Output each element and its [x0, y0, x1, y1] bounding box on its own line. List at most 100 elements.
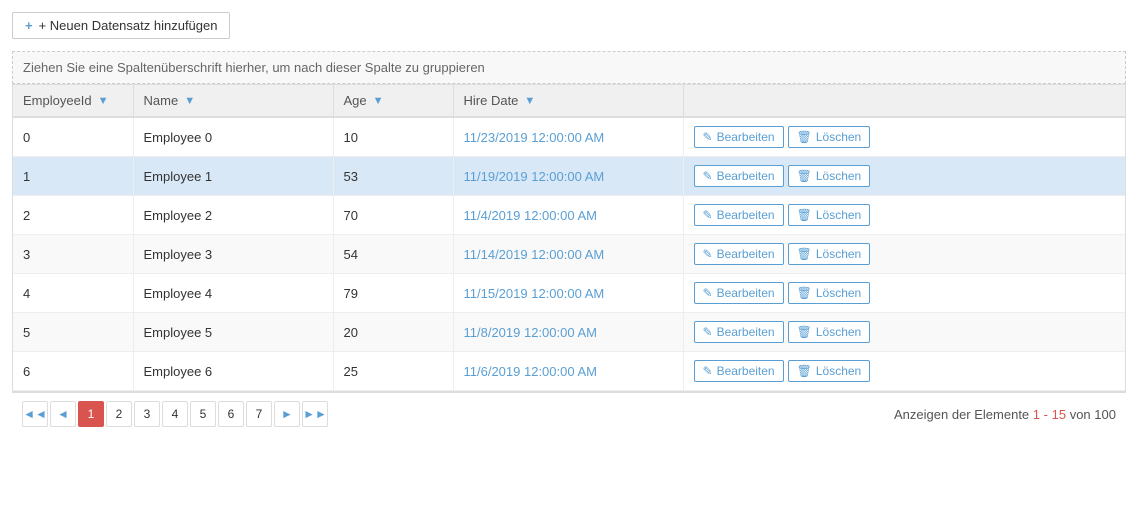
delete-button-0[interactable]: 🗑 Löschen — [788, 126, 871, 148]
pencil-icon-5: ✎ — [703, 325, 713, 339]
table-row: 1 Employee 1 53 11/19/2019 12:00:00 AM ✎… — [13, 157, 1125, 196]
edit-button-2[interactable]: ✎ Bearbeiten — [694, 204, 784, 226]
cell-hiredate-1: 11/19/2019 12:00:00 AM — [453, 157, 683, 196]
cell-hiredate-5: 11/8/2019 12:00:00 AM — [453, 313, 683, 352]
cell-actions-5: ✎ Bearbeiten 🗑 Löschen — [683, 313, 1125, 352]
cell-id-3: 3 — [13, 235, 133, 274]
edit-button-5[interactable]: ✎ Bearbeiten — [694, 321, 784, 343]
cell-actions-1: ✎ Bearbeiten 🗑 Löschen — [683, 157, 1125, 196]
filter-icon-employeeid[interactable]: ▼ — [98, 95, 109, 107]
cell-name-5: Employee 5 — [133, 313, 333, 352]
cell-actions-4: ✎ Bearbeiten 🗑 Löschen — [683, 274, 1125, 313]
main-container: + + Neuen Datensatz hinzufügen Ziehen Si… — [0, 0, 1138, 447]
cell-hiredate-4: 11/15/2019 12:00:00 AM — [453, 274, 683, 313]
filter-icon-age[interactable]: ▼ — [373, 95, 384, 107]
cell-id-1: 1 — [13, 157, 133, 196]
table-row: 2 Employee 2 70 11/4/2019 12:00:00 AM ✎ … — [13, 196, 1125, 235]
edit-button-4[interactable]: ✎ Bearbeiten — [694, 282, 784, 304]
pagination-bar: ◄◄ ◄ 1 2 3 4 5 6 7 ► ►► Anzeigen der Ele… — [12, 392, 1126, 435]
cell-name-0: Employee 0 — [133, 117, 333, 157]
pencil-icon-3: ✎ — [703, 247, 713, 261]
pencil-icon-6: ✎ — [703, 364, 713, 378]
cell-id-2: 2 — [13, 196, 133, 235]
edit-button-6[interactable]: ✎ Bearbeiten — [694, 360, 784, 382]
col-header-actions — [683, 85, 1125, 117]
page-7-button[interactable]: 7 — [246, 401, 272, 427]
page-5-button[interactable]: 5 — [190, 401, 216, 427]
cell-name-2: Employee 2 — [133, 196, 333, 235]
cell-age-5: 20 — [333, 313, 453, 352]
page-2-button[interactable]: 2 — [106, 401, 132, 427]
cell-age-4: 79 — [333, 274, 453, 313]
cell-id-4: 4 — [13, 274, 133, 313]
edit-label-5: Bearbeiten — [717, 325, 775, 339]
pagination-range-text: Anzeigen der Elemente — [894, 407, 1029, 422]
trash-icon-1: 🗑 — [797, 169, 812, 183]
delete-label-3: Löschen — [816, 247, 861, 261]
delete-label-4: Löschen — [816, 286, 861, 300]
cell-name-1: Employee 1 — [133, 157, 333, 196]
pencil-icon-4: ✎ — [703, 286, 713, 300]
delete-button-2[interactable]: 🗑 Löschen — [788, 204, 871, 226]
col-label-employeeid: EmployeeId — [23, 93, 92, 108]
cell-age-2: 70 — [333, 196, 453, 235]
filter-icon-hiredate[interactable]: ▼ — [524, 95, 535, 107]
cell-age-3: 54 — [333, 235, 453, 274]
page-4-button[interactable]: 4 — [162, 401, 188, 427]
delete-button-5[interactable]: 🗑 Löschen — [788, 321, 871, 343]
col-header-employeeid[interactable]: EmployeeId ▼ — [13, 85, 133, 117]
cell-actions-2: ✎ Bearbeiten 🗑 Löschen — [683, 196, 1125, 235]
table-row: 5 Employee 5 20 11/8/2019 12:00:00 AM ✎ … — [13, 313, 1125, 352]
cell-actions-0: ✎ Bearbeiten 🗑 Löschen — [683, 117, 1125, 157]
pencil-icon-0: ✎ — [703, 130, 713, 144]
page-1-button[interactable]: 1 — [78, 401, 104, 427]
pencil-icon-1: ✎ — [703, 169, 713, 183]
delete-label-6: Löschen — [816, 364, 861, 378]
delete-label-0: Löschen — [816, 130, 861, 144]
page-next-button[interactable]: ► — [274, 401, 300, 427]
delete-button-3[interactable]: 🗑 Löschen — [788, 243, 871, 265]
data-table: EmployeeId ▼ Name ▼ Age ▼ — [13, 85, 1125, 391]
table-header-row: EmployeeId ▼ Name ▼ Age ▼ — [13, 85, 1125, 117]
page-6-button[interactable]: 6 — [218, 401, 244, 427]
pagination-right: Anzeigen der Elemente 1 - 15 von 100 — [894, 407, 1116, 422]
cell-hiredate-6: 11/6/2019 12:00:00 AM — [453, 352, 683, 391]
pagination-range-end: 15 — [1052, 407, 1066, 422]
table-row: 4 Employee 4 79 11/15/2019 12:00:00 AM ✎… — [13, 274, 1125, 313]
table-body: 0 Employee 0 10 11/23/2019 12:00:00 AM ✎… — [13, 117, 1125, 391]
edit-button-1[interactable]: ✎ Bearbeiten — [694, 165, 784, 187]
pagination-range-connector: - — [1044, 407, 1052, 422]
cell-hiredate-3: 11/14/2019 12:00:00 AM — [453, 235, 683, 274]
trash-icon-4: 🗑 — [797, 286, 812, 300]
cell-hiredate-2: 11/4/2019 12:00:00 AM — [453, 196, 683, 235]
filter-icon-name[interactable]: ▼ — [184, 95, 195, 107]
delete-label-5: Löschen — [816, 325, 861, 339]
delete-button-4[interactable]: 🗑 Löschen — [788, 282, 871, 304]
cell-actions-3: ✎ Bearbeiten 🗑 Löschen — [683, 235, 1125, 274]
col-header-hiredate[interactable]: Hire Date ▼ — [453, 85, 683, 117]
delete-button-1[interactable]: 🗑 Löschen — [788, 165, 871, 187]
pencil-icon-2: ✎ — [703, 208, 713, 222]
edit-button-3[interactable]: ✎ Bearbeiten — [694, 243, 784, 265]
edit-label-1: Bearbeiten — [717, 169, 775, 183]
delete-button-6[interactable]: 🗑 Löschen — [788, 360, 871, 382]
pagination-total: 100 — [1094, 407, 1116, 422]
page-3-button[interactable]: 3 — [134, 401, 160, 427]
col-header-age[interactable]: Age ▼ — [333, 85, 453, 117]
trash-icon-6: 🗑 — [797, 364, 812, 378]
col-header-name[interactable]: Name ▼ — [133, 85, 333, 117]
page-first-button[interactable]: ◄◄ — [22, 401, 48, 427]
table-row: 0 Employee 0 10 11/23/2019 12:00:00 AM ✎… — [13, 117, 1125, 157]
add-record-button[interactable]: + + Neuen Datensatz hinzufügen — [12, 12, 230, 39]
edit-button-0[interactable]: ✎ Bearbeiten — [694, 126, 784, 148]
edit-label-3: Bearbeiten — [717, 247, 775, 261]
delete-label-1: Löschen — [816, 169, 861, 183]
col-label-name: Name — [144, 93, 179, 108]
cell-name-4: Employee 4 — [133, 274, 333, 313]
cell-name-6: Employee 6 — [133, 352, 333, 391]
page-prev-button[interactable]: ◄ — [50, 401, 76, 427]
edit-label-4: Bearbeiten — [717, 286, 775, 300]
cell-id-6: 6 — [13, 352, 133, 391]
cell-id-5: 5 — [13, 313, 133, 352]
page-last-button[interactable]: ►► — [302, 401, 328, 427]
